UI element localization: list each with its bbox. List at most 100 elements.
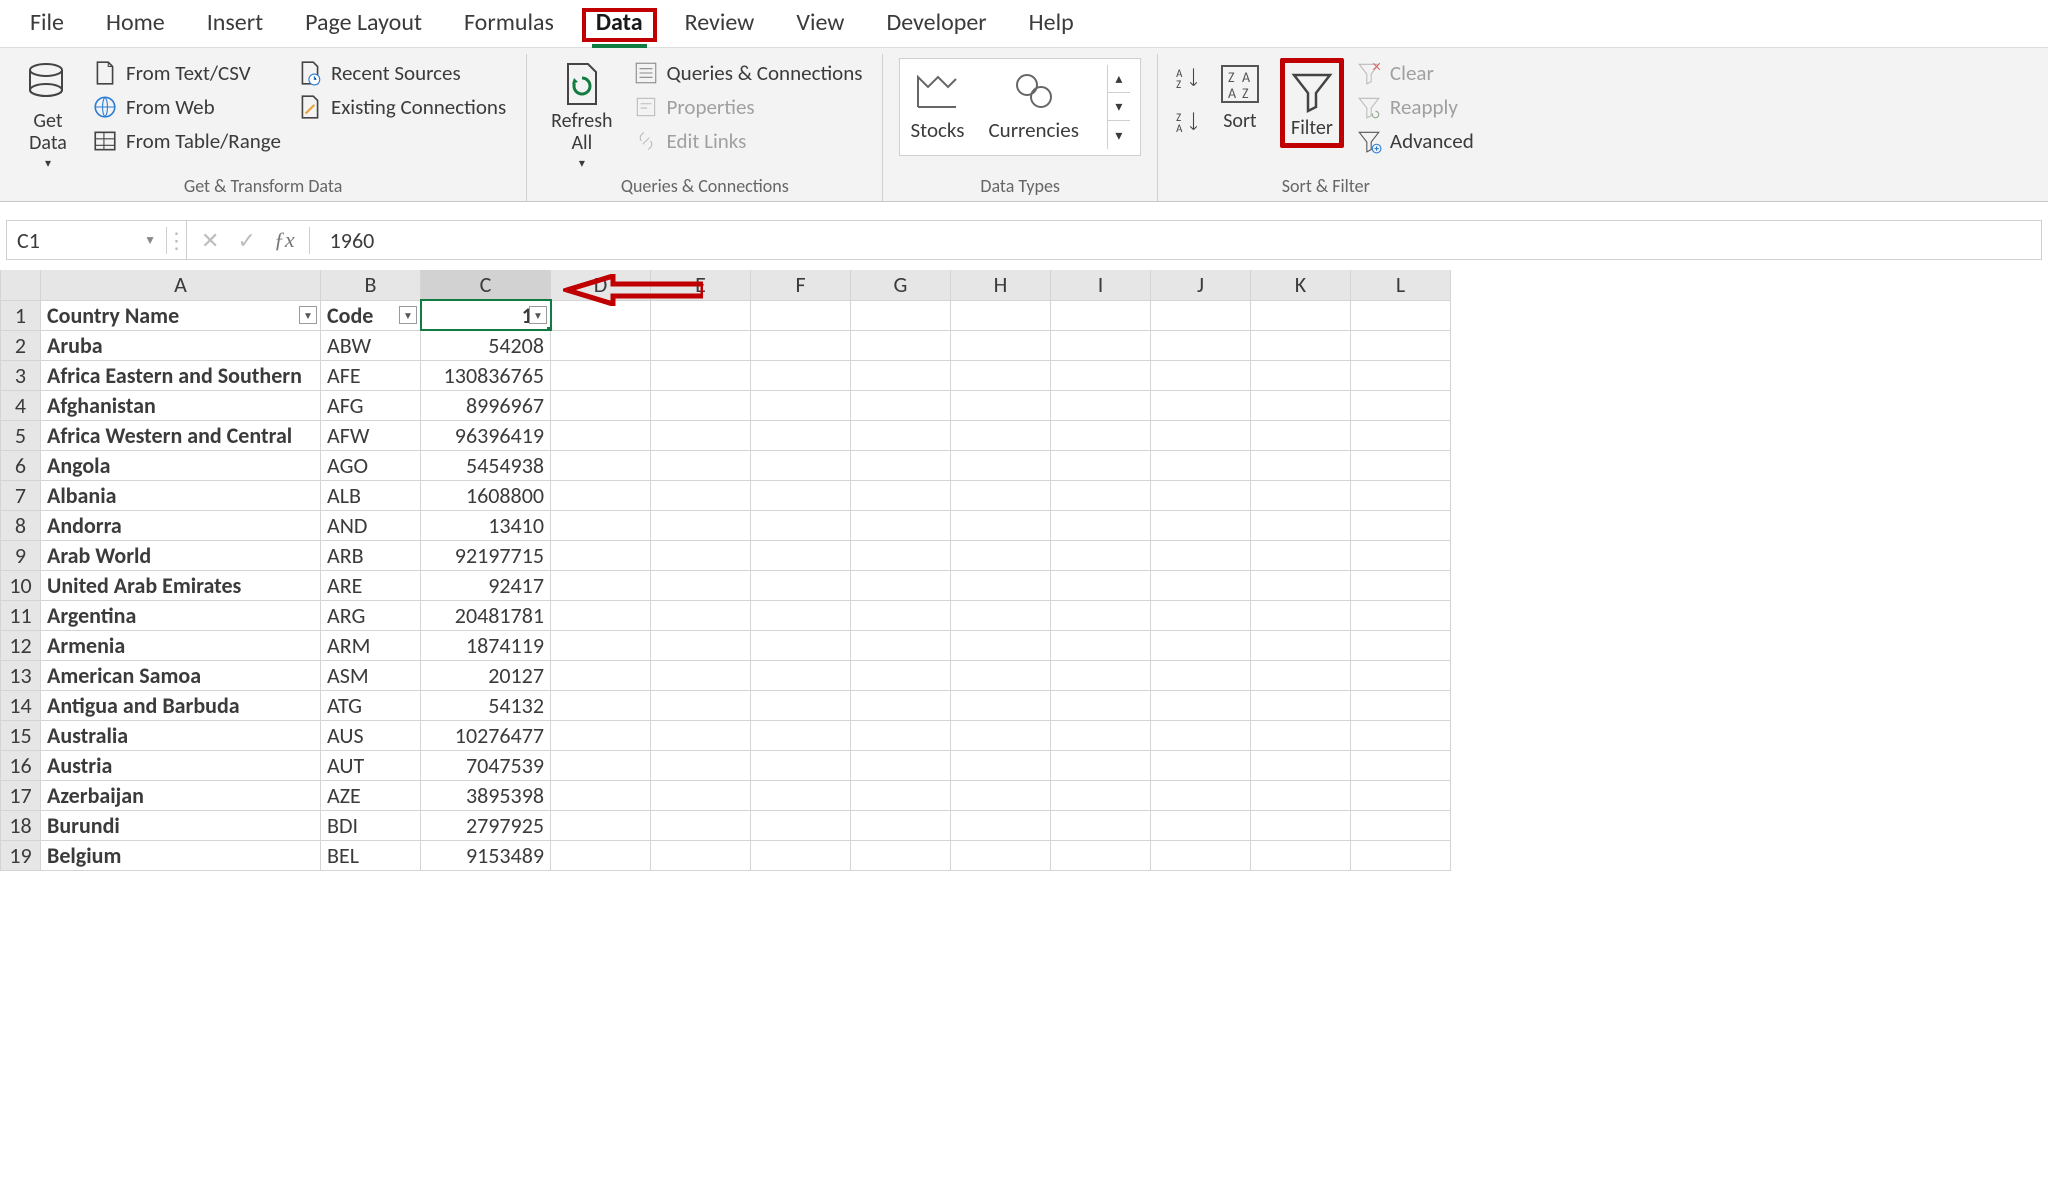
cell[interactable]: 7047539 — [421, 750, 551, 780]
cell[interactable] — [1051, 690, 1151, 720]
cell[interactable]: 3895398 — [421, 780, 551, 810]
row-header[interactable]: 17 — [1, 780, 41, 810]
cell[interactable] — [1051, 570, 1151, 600]
cell[interactable] — [851, 690, 951, 720]
cell[interactable] — [1351, 420, 1451, 450]
cell[interactable] — [651, 600, 751, 630]
cell-C1[interactable]: 19▼ — [421, 300, 551, 330]
cell[interactable] — [1351, 750, 1451, 780]
cell[interactable] — [951, 840, 1051, 870]
cell[interactable] — [1251, 720, 1351, 750]
cell[interactable] — [1151, 450, 1251, 480]
cell[interactable] — [1251, 330, 1351, 360]
cell[interactable] — [551, 300, 651, 330]
spreadsheet-grid[interactable]: ABCDEFGHIJKL 1Country Name▼Code▼19▼2Arub… — [0, 270, 1451, 871]
cell[interactable] — [751, 600, 851, 630]
cell[interactable] — [551, 450, 651, 480]
cell[interactable] — [851, 810, 951, 840]
row-header[interactable]: 10 — [1, 570, 41, 600]
cell[interactable]: 9153489 — [421, 840, 551, 870]
cell[interactable] — [1151, 750, 1251, 780]
cell[interactable] — [1251, 300, 1351, 330]
cell[interactable]: Arab World — [41, 540, 321, 570]
cell[interactable] — [1051, 840, 1151, 870]
cell[interactable]: AFE — [321, 360, 421, 390]
cell[interactable] — [951, 420, 1051, 450]
cell[interactable] — [751, 420, 851, 450]
tab-help[interactable]: Help — [1025, 6, 1078, 39]
cell[interactable] — [1151, 570, 1251, 600]
cell[interactable] — [1051, 750, 1151, 780]
cell[interactable]: American Samoa — [41, 660, 321, 690]
cell[interactable] — [1251, 600, 1351, 630]
cell[interactable]: Andorra — [41, 510, 321, 540]
cell[interactable]: Antigua and Barbuda — [41, 690, 321, 720]
cell[interactable] — [751, 390, 851, 420]
cell[interactable] — [951, 600, 1051, 630]
row-header[interactable]: 5 — [1, 420, 41, 450]
column-header-H[interactable]: H — [951, 270, 1051, 300]
cell[interactable] — [651, 750, 751, 780]
cell[interactable] — [651, 810, 751, 840]
cell[interactable] — [1351, 630, 1451, 660]
cell[interactable] — [851, 330, 951, 360]
tab-home[interactable]: Home — [102, 6, 169, 39]
cell[interactable] — [651, 840, 751, 870]
cell[interactable]: ARM — [321, 630, 421, 660]
cell[interactable] — [1351, 810, 1451, 840]
cell[interactable] — [1051, 330, 1151, 360]
cell[interactable] — [1151, 510, 1251, 540]
cell[interactable] — [651, 690, 751, 720]
cell[interactable] — [1151, 690, 1251, 720]
existing-connections-button[interactable]: Existing Connections — [293, 92, 510, 122]
cell[interactable]: Africa Eastern and Southern — [41, 360, 321, 390]
cell[interactable]: AUT — [321, 750, 421, 780]
cell[interactable] — [1151, 780, 1251, 810]
cell[interactable] — [651, 720, 751, 750]
cell[interactable] — [1151, 840, 1251, 870]
cell[interactable] — [851, 540, 951, 570]
cell[interactable] — [851, 720, 951, 750]
cell[interactable]: ASM — [321, 660, 421, 690]
cell[interactable] — [551, 600, 651, 630]
cell[interactable] — [851, 450, 951, 480]
cell[interactable]: ARG — [321, 600, 421, 630]
cell[interactable]: 92197715 — [421, 540, 551, 570]
gallery-more-icon[interactable]: ▾ — [1108, 121, 1130, 149]
row-header[interactable]: 11 — [1, 600, 41, 630]
get-data-button[interactable]: Get Data ▾ — [16, 58, 80, 173]
row-header[interactable]: 3 — [1, 360, 41, 390]
recent-sources-button[interactable]: Recent Sources — [293, 58, 510, 88]
cell[interactable] — [751, 750, 851, 780]
cell[interactable] — [951, 570, 1051, 600]
cell[interactable] — [551, 390, 651, 420]
tab-data[interactable]: Data — [592, 6, 647, 39]
cell[interactable] — [851, 510, 951, 540]
cell[interactable] — [851, 660, 951, 690]
cell[interactable] — [851, 750, 951, 780]
cell[interactable] — [1051, 660, 1151, 690]
cell[interactable] — [1151, 720, 1251, 750]
cell[interactable] — [851, 480, 951, 510]
cell[interactable] — [651, 540, 751, 570]
row-header[interactable]: 16 — [1, 750, 41, 780]
tab-page-layout[interactable]: Page Layout — [301, 6, 426, 39]
column-header-D[interactable]: D — [551, 270, 651, 300]
cell[interactable] — [651, 450, 751, 480]
filter-dropdown-icon[interactable]: ▼ — [399, 306, 417, 324]
cell[interactable] — [1351, 450, 1451, 480]
cell[interactable] — [751, 300, 851, 330]
cell[interactable]: ARB — [321, 540, 421, 570]
sort-asc-icon[interactable]: AZ — [1174, 64, 1200, 90]
cell[interactable]: 5454938 — [421, 450, 551, 480]
cell[interactable] — [751, 720, 851, 750]
tab-review[interactable]: Review — [681, 6, 759, 39]
cell[interactable]: Armenia — [41, 630, 321, 660]
cell[interactable] — [551, 810, 651, 840]
fx-icon[interactable]: ƒx — [274, 227, 295, 253]
cell[interactable]: Africa Western and Central — [41, 420, 321, 450]
cell[interactable] — [751, 630, 851, 660]
cell[interactable] — [1351, 720, 1451, 750]
cell[interactable]: AZE — [321, 780, 421, 810]
column-header-E[interactable]: E — [651, 270, 751, 300]
